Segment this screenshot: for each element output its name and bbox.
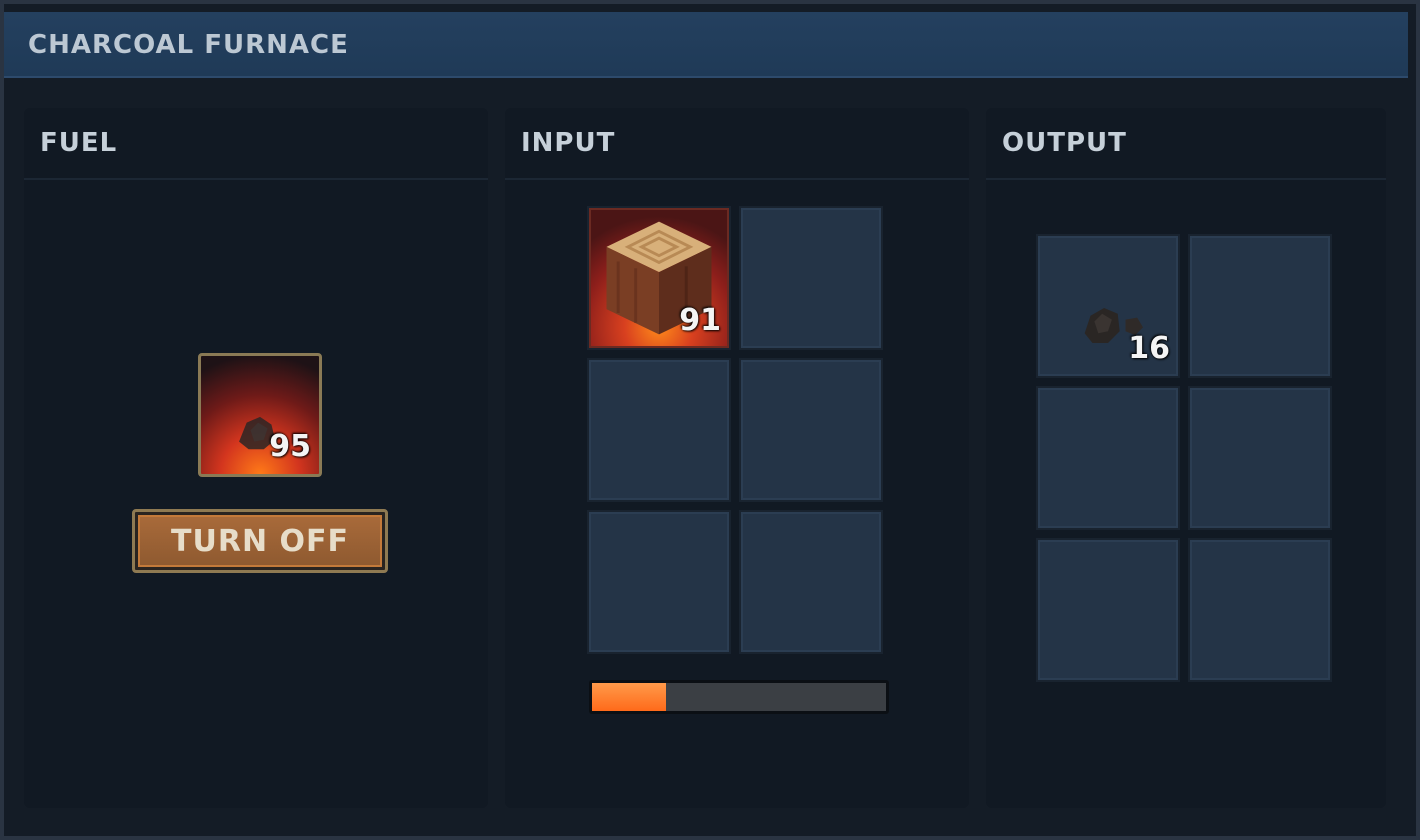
fuel-panel-header: FUEL xyxy=(24,108,488,180)
furnace-window: CHARCOAL FURNACE FUEL 95 TURN OFF INPUT xyxy=(0,0,1420,840)
output-slot[interactable] xyxy=(1036,538,1180,682)
input-slot[interactable] xyxy=(739,206,883,350)
output-panel-header: OUTPUT xyxy=(986,108,1386,180)
smelt-progress-bar xyxy=(589,680,889,714)
output-panel-title: OUTPUT xyxy=(1002,128,1127,158)
fuel-count: 95 xyxy=(269,429,311,464)
input-panel: INPUT 91 xyxy=(505,108,969,808)
fuel-panel: FUEL 95 TURN OFF xyxy=(24,108,488,808)
progress-track xyxy=(592,683,886,711)
output-slot[interactable] xyxy=(1036,386,1180,530)
input-slot[interactable] xyxy=(739,358,883,502)
fuel-panel-title: FUEL xyxy=(40,128,118,158)
input-slot[interactable]: 91 xyxy=(587,206,731,350)
input-slot[interactable] xyxy=(587,510,731,654)
progress-fill xyxy=(592,683,666,711)
title-bar: CHARCOAL FURNACE xyxy=(4,12,1408,78)
input-count: 91 xyxy=(679,303,721,338)
turn-off-label: TURN OFF xyxy=(138,515,382,567)
window-title: CHARCOAL FURNACE xyxy=(28,30,349,60)
output-slot[interactable] xyxy=(1188,538,1332,682)
input-panel-header: INPUT xyxy=(505,108,969,180)
output-count: 16 xyxy=(1128,331,1170,366)
output-slot[interactable] xyxy=(1188,234,1332,378)
input-slot[interactable] xyxy=(739,510,883,654)
output-panel: OUTPUT 16 xyxy=(986,108,1386,808)
fuel-slot[interactable]: 95 xyxy=(198,353,322,477)
output-slot[interactable]: 16 xyxy=(1036,234,1180,378)
output-slot[interactable] xyxy=(1188,386,1332,530)
input-panel-title: INPUT xyxy=(521,128,616,158)
input-slot[interactable] xyxy=(587,358,731,502)
turn-off-button[interactable]: TURN OFF xyxy=(132,509,388,573)
